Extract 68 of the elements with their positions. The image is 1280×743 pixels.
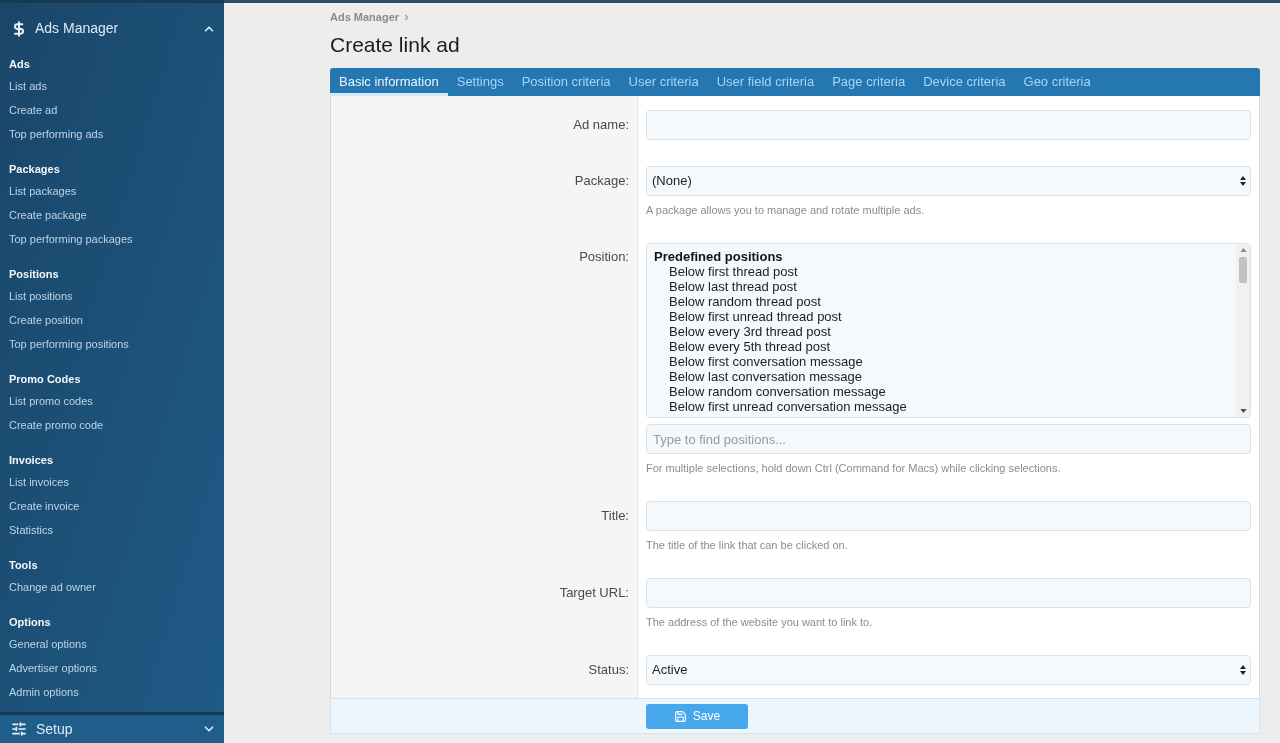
tab[interactable]: User criteria bbox=[619, 68, 708, 96]
sidebar-heading: Positions bbox=[9, 267, 59, 281]
listbox[interactable] bbox=[646, 243, 1251, 418]
sidebar-link[interactable]: General options bbox=[9, 637, 87, 651]
field-hint: The title of the link that can be clicked on. bbox=[646, 538, 849, 552]
sidebar-link[interactable]: Top performing ads bbox=[9, 127, 104, 141]
field-label: Status: bbox=[588, 662, 629, 678]
scrollbar[interactable] bbox=[1236, 244, 1250, 417]
select-arrows-icon bbox=[1240, 176, 1246, 186]
scrollbar-thumb[interactable] bbox=[1239, 257, 1247, 283]
sidebar-link[interactable]: Create promo code bbox=[9, 418, 104, 432]
input-field[interactable] bbox=[646, 578, 1251, 608]
input-field[interactable] bbox=[646, 501, 1251, 531]
select-field[interactable]: Active bbox=[646, 655, 1251, 685]
sidebar-heading: Promo Codes bbox=[9, 372, 81, 386]
caret-down-icon[interactable] bbox=[1239, 409, 1247, 413]
sidebar-link[interactable]: List packages bbox=[9, 184, 77, 198]
listbox-option[interactable]: Below random thread post bbox=[669, 294, 821, 309]
select-field[interactable]: (None) bbox=[646, 166, 1251, 196]
dollar-icon bbox=[11, 19, 27, 38]
sidebar-heading: Options bbox=[9, 615, 51, 629]
sidebar-link[interactable]: Change ad owner bbox=[9, 580, 96, 594]
sliders-icon bbox=[11, 721, 27, 737]
sidebar-link[interactable]: Statistics bbox=[9, 523, 53, 537]
listbox-option[interactable]: Below first thread post bbox=[669, 264, 798, 279]
sidebar-link[interactable]: Top performing packages bbox=[9, 232, 133, 246]
field-hint: A package allows you to manage and rotate multiple ads. bbox=[646, 203, 926, 217]
option-group-label: Predefined positions bbox=[654, 249, 783, 264]
sidebar-link[interactable]: List promo codes bbox=[9, 394, 93, 408]
field-label: Target URL: bbox=[559, 585, 629, 601]
select-arrows-icon bbox=[1240, 665, 1246, 675]
caret-up-icon[interactable] bbox=[1239, 248, 1247, 252]
sidebar-link[interactable]: Advertiser options bbox=[9, 661, 98, 675]
field-label: Position: bbox=[579, 249, 629, 264]
listbox-option[interactable]: Below every 3rd thread post bbox=[669, 324, 831, 339]
input-field[interactable] bbox=[646, 110, 1251, 140]
sidebar-link[interactable]: Top performing positions bbox=[9, 337, 129, 351]
sidebar-heading: Packages bbox=[9, 162, 60, 176]
sidebar-heading: Invoices bbox=[9, 453, 54, 467]
sidebar-heading: Ads bbox=[9, 57, 30, 71]
field-label: Ad name: bbox=[573, 117, 629, 133]
sidebar-section-toggle[interactable]: Ads Manager bbox=[0, 3, 224, 54]
sidebar-link[interactable]: Create invoice bbox=[9, 499, 80, 513]
tab[interactable]: Position criteria bbox=[512, 68, 620, 96]
listbox-option[interactable]: Below first unread thread post bbox=[669, 309, 842, 324]
listbox-option[interactable]: Below last conversation message bbox=[669, 369, 862, 384]
search-field[interactable]: Type to find positions... bbox=[646, 424, 1251, 454]
tab[interactable]: Geo criteria bbox=[1014, 68, 1100, 96]
listbox-option[interactable]: Below first unread conversation message bbox=[669, 399, 907, 414]
sidebar-link[interactable]: Create ad bbox=[9, 103, 58, 117]
sidebar-link[interactable]: List ads bbox=[9, 79, 47, 93]
listbox-option[interactable]: Below last thread post bbox=[669, 279, 797, 294]
sidebar-link[interactable]: List positions bbox=[9, 289, 73, 303]
page-title: Create link ad bbox=[330, 32, 460, 58]
sidebar-heading: Tools bbox=[9, 558, 38, 572]
tab[interactable]: Device criteria bbox=[914, 68, 1015, 96]
field-hint: The address of the website you want to link to. bbox=[646, 615, 874, 629]
listbox-option[interactable]: Below every 5th thread post bbox=[669, 339, 831, 354]
sidebar-link[interactable]: Create package bbox=[9, 208, 87, 222]
field-hint: For multiple selections, hold down Ctrl (Command for Macs) while clicking selections. bbox=[646, 461, 1062, 475]
field-label: Package: bbox=[574, 173, 629, 189]
listbox-option[interactable]: Below first conversation message bbox=[669, 354, 863, 369]
tab[interactable]: Settings bbox=[447, 68, 513, 96]
sidebar-link[interactable]: Create position bbox=[9, 313, 83, 327]
listbox-option[interactable]: Below random conversation message bbox=[669, 384, 886, 399]
field-label: Title: bbox=[601, 508, 629, 524]
sidebar-link[interactable]: Admin options bbox=[9, 685, 79, 699]
sidebar-link[interactable]: List invoices bbox=[9, 475, 69, 489]
